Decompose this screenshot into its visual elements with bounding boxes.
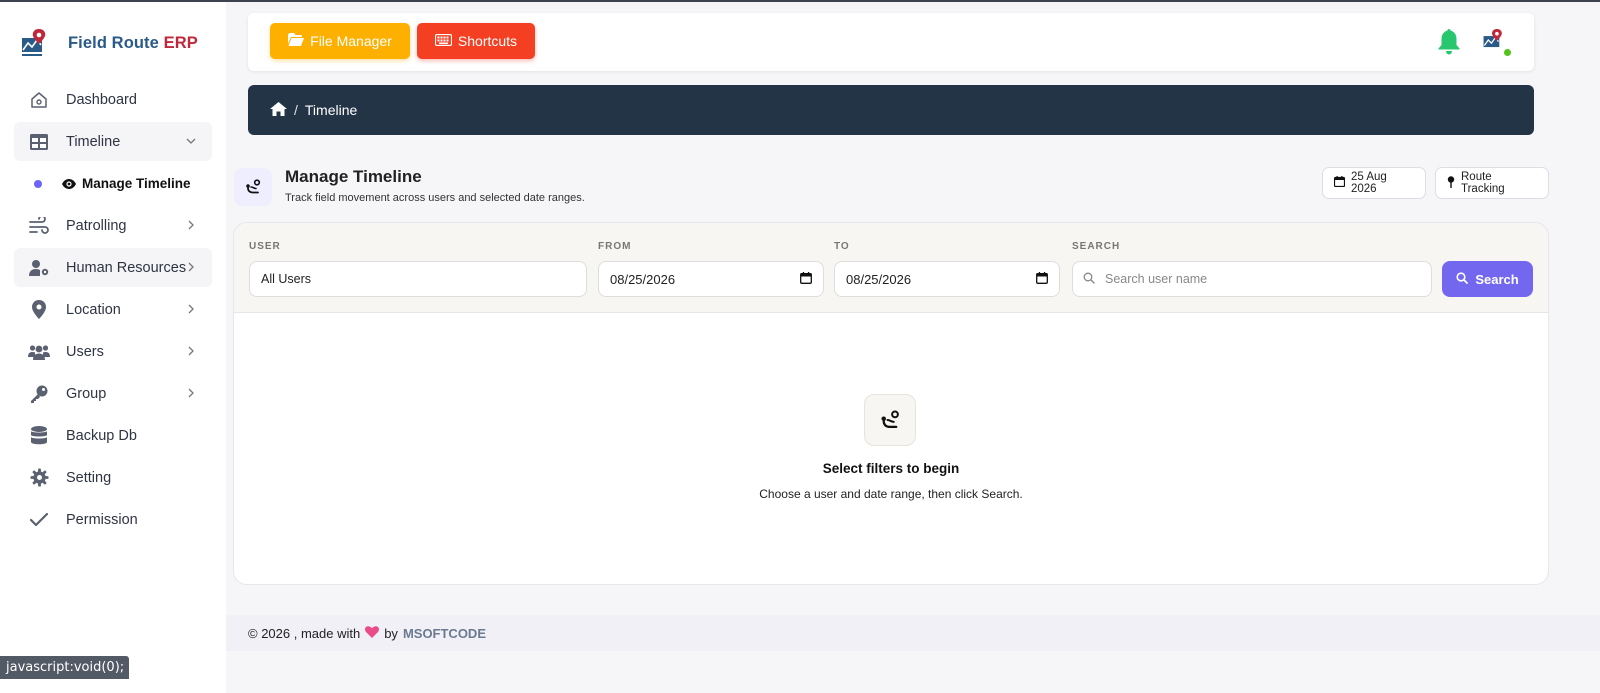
date-chip-label: 25 Aug 2026	[1351, 171, 1387, 195]
sidebar-item-label: Group	[66, 385, 107, 402]
date-chip[interactable]: 25 Aug 2026	[1322, 167, 1426, 199]
chevron-right-icon	[184, 260, 198, 274]
sidebar-item-timeline[interactable]: Timeline	[14, 122, 212, 161]
chevron-right-icon	[184, 344, 198, 358]
sidebar-item-label: Patrolling	[66, 217, 127, 234]
user-filter-label: USER	[249, 241, 281, 252]
status-bar-url: javascript:void(0);	[0, 656, 129, 679]
brand[interactable]: Field Route ERP	[20, 28, 198, 58]
chevron-right-icon	[184, 302, 198, 316]
sidebar-item-backup-db[interactable]: Backup Db	[14, 416, 212, 455]
check-icon	[28, 509, 50, 531]
sidebar-item-label: Dashboard	[66, 91, 137, 108]
search-filter-label: SEARCH	[1072, 241, 1121, 252]
sidebar-subitem-label: Manage Timeline	[82, 176, 191, 191]
calendar-icon[interactable]	[800, 271, 812, 287]
sidebar-item-label: Backup Db	[66, 427, 137, 444]
shortcuts-label: Shortcuts	[457, 33, 518, 49]
from-filter-label: FROM	[598, 241, 632, 252]
active-dot	[34, 179, 42, 188]
footer-copyright: © 2026 , made with	[248, 625, 361, 641]
calendar-icon[interactable]	[1036, 271, 1048, 287]
empty-state-subtitle: Choose a user and date range, then click…	[759, 487, 1023, 501]
search-icon	[1083, 272, 1095, 287]
route-tracking-label: Route Tracking	[1461, 171, 1505, 195]
user-select[interactable]: All Users	[249, 261, 587, 297]
empty-state-title: Select filters to begin	[822, 461, 960, 476]
file-manager-button[interactable]: File Manager	[270, 23, 410, 59]
heart-icon	[365, 625, 380, 641]
route-tracking-chip[interactable]: Route Tracking	[1435, 167, 1549, 199]
window-top-border	[0, 0, 1600, 2]
sidebar-subitem-manage-timeline[interactable]: Manage Timeline	[14, 164, 212, 203]
search-icon	[1456, 271, 1469, 287]
footer: © 2026 , made with by MSOFTCODE	[226, 615, 1600, 651]
route-icon	[234, 168, 272, 206]
shortcuts-button[interactable]: Shortcuts	[417, 23, 535, 59]
timeline-card: USER All Users FROM 08/25/2026 TO 08/25/…	[233, 222, 1549, 585]
sidebar-item-label: Timeline	[66, 133, 121, 150]
to-date-input[interactable]: 08/25/2026	[834, 261, 1060, 297]
top-navbar: File Manager Shortcuts	[248, 13, 1534, 71]
sidebar-item-label: Location	[66, 301, 121, 318]
chevron-right-icon	[184, 386, 198, 400]
map-pin-icon	[28, 299, 50, 321]
user-gear-icon	[28, 257, 50, 279]
bell-icon[interactable]	[1434, 26, 1464, 56]
footer-by: by	[384, 625, 398, 641]
folder-open-icon	[288, 33, 305, 49]
thumbtack-icon	[1447, 175, 1455, 191]
calendar-icon	[1333, 176, 1346, 190]
page-title: Manage Timeline	[285, 167, 422, 186]
home-icon[interactable]	[270, 101, 287, 119]
sidebar-item-permission[interactable]: Permission	[14, 500, 212, 539]
sidebar-item-label: Users	[66, 343, 104, 360]
wind-icon	[28, 215, 50, 237]
sidebar-item-label: Permission	[66, 511, 138, 528]
eye-icon	[60, 175, 78, 193]
from-date-value: 08/25/2026	[610, 271, 676, 287]
route-icon	[864, 394, 916, 446]
logo-icon	[20, 28, 48, 58]
sidebar-nav: Dashboard Timeline Manage Timeline Patro…	[14, 80, 212, 542]
sidebar-item-patrolling[interactable]: Patrolling	[14, 206, 212, 245]
sidebar-item-setting[interactable]: Setting	[14, 458, 212, 497]
home-icon	[28, 89, 50, 111]
chevron-right-icon	[184, 218, 198, 232]
from-date-input[interactable]: 08/25/2026	[598, 261, 824, 297]
to-filter-label: TO	[834, 241, 850, 252]
breadcrumb-current: Timeline	[304, 102, 358, 118]
users-icon	[28, 341, 50, 363]
sidebar-item-label: Human Resources	[66, 259, 187, 276]
breadcrumb-separator: /	[294, 102, 298, 118]
online-status-dot	[1503, 48, 1512, 57]
avatar[interactable]	[1482, 27, 1512, 57]
filter-bar: USER All Users FROM 08/25/2026 TO 08/25/…	[234, 223, 1548, 313]
search-button[interactable]: Search	[1442, 261, 1533, 297]
brand-name: Field Route ERP	[68, 33, 198, 52]
to-date-value: 08/25/2026	[846, 271, 912, 287]
footer-company-link[interactable]: MSOFTCODE	[403, 626, 486, 641]
gear-icon	[28, 467, 50, 489]
file-manager-label: File Manager	[310, 33, 392, 49]
sidebar: Field Route ERP Dashboard Timeline Manag…	[0, 2, 226, 693]
search-button-label: Search	[1475, 271, 1519, 287]
keyboard-icon	[434, 33, 453, 49]
key-icon	[28, 383, 50, 405]
sidebar-item-users[interactable]: Users	[14, 332, 212, 371]
sidebar-item-group[interactable]: Group	[14, 374, 212, 413]
search-placeholder: Search user name	[1105, 272, 1208, 286]
breadcrumb: / Timeline	[248, 85, 1534, 135]
sidebar-item-dashboard[interactable]: Dashboard	[14, 80, 212, 119]
page-subtitle: Track field movement across users and se…	[285, 192, 585, 204]
table-icon	[28, 131, 50, 153]
sidebar-item-human-resources[interactable]: Human Resources	[14, 248, 212, 287]
sidebar-item-location[interactable]: Location	[14, 290, 212, 329]
search-input[interactable]: Search user name	[1072, 261, 1432, 297]
database-icon	[28, 425, 50, 447]
sidebar-item-label: Setting	[66, 469, 112, 486]
chevron-down-icon	[184, 134, 198, 148]
